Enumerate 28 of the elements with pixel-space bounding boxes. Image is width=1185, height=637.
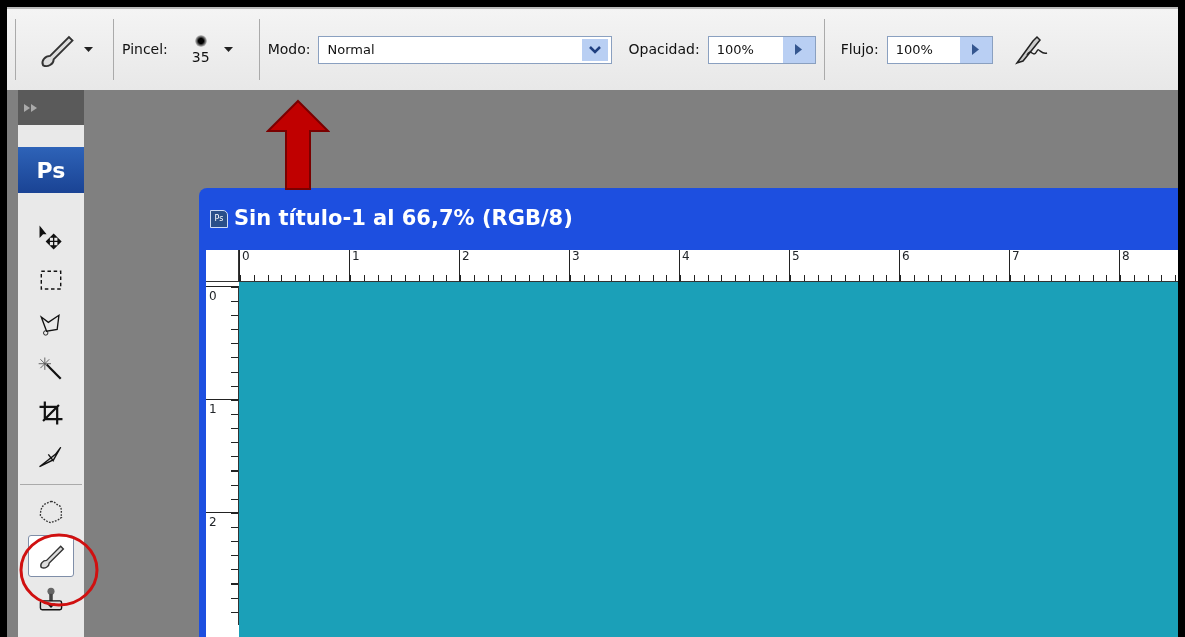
ruler-number: 8 — [1119, 250, 1178, 282]
ruler-number: 2 — [459, 250, 569, 282]
expand-arrows-icon[interactable] — [24, 103, 38, 112]
ruler-number: 2 — [206, 512, 239, 625]
ruler-number: 0 — [206, 286, 239, 399]
tool-button[interactable] — [28, 535, 74, 577]
document-title: Sin título-1 al 66,7% (RGB/8) — [234, 205, 573, 233]
app-logo: Ps — [18, 147, 84, 193]
ruler-number: 4 — [679, 250, 789, 282]
flow-field[interactable]: 100% — [886, 35, 993, 64]
ruler-number: 0 — [239, 250, 349, 282]
ruler-number: 5 — [789, 250, 899, 282]
opacity-label: Opacidad: — [628, 40, 700, 59]
ruler-number: 6 — [899, 250, 1009, 282]
flow-label: Flujo: — [840, 40, 879, 59]
brush-tip-icon — [194, 35, 207, 47]
ruler-number: 1 — [206, 399, 239, 512]
brush-label: Pincel: — [122, 40, 168, 59]
mode-label: Modo: — [267, 40, 311, 59]
ruler-number: 7 — [1009, 250, 1119, 282]
opacity-field[interactable]: 100% — [707, 35, 816, 64]
brush-size: 35 — [191, 48, 210, 67]
caret-icon[interactable] — [223, 47, 233, 52]
ruler-number: 1 — [349, 250, 459, 282]
mode-dropdown[interactable]: Normal — [318, 35, 613, 64]
caret-icon[interactable] — [84, 47, 93, 52]
document-icon: Ps — [210, 210, 228, 228]
ruler-number: 3 — [569, 250, 679, 282]
